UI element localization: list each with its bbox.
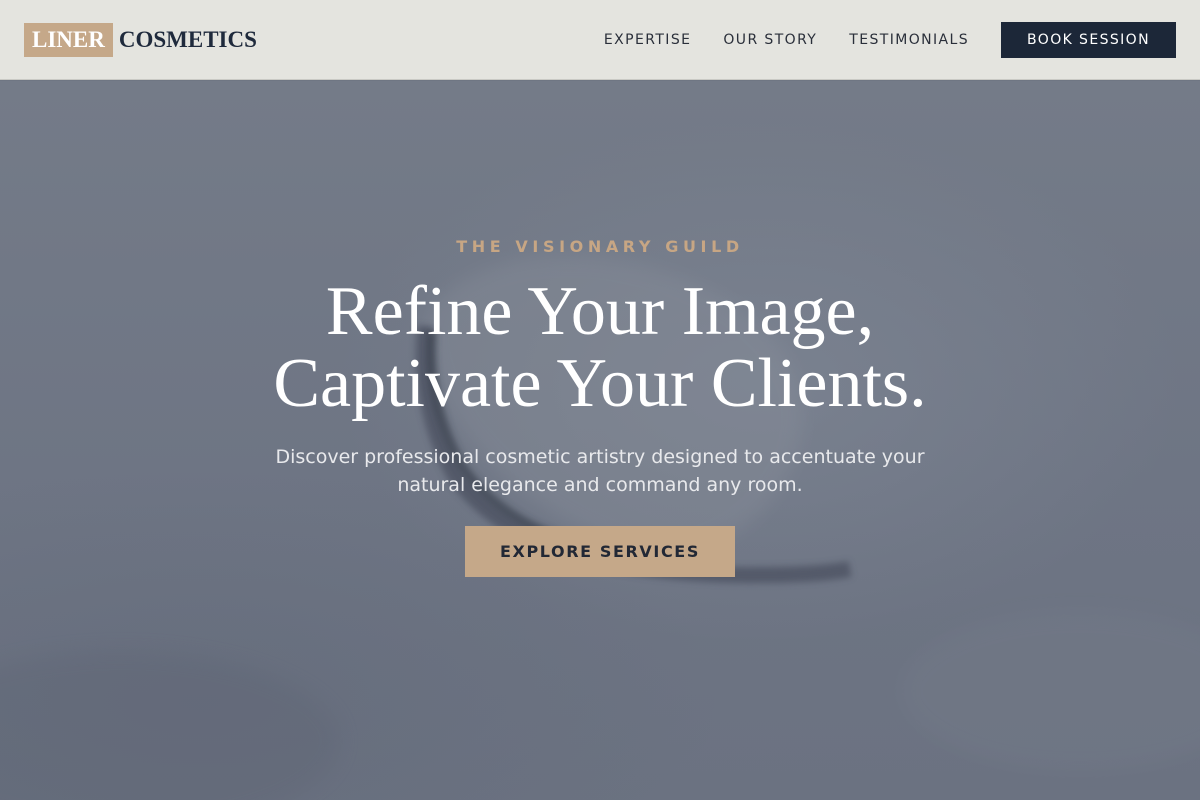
logo-wordmark: COSMETICS xyxy=(118,27,257,52)
nav-link-our-story[interactable]: OUR STORY xyxy=(723,32,817,48)
hero-subtext: Discover professional cosmetic artistry … xyxy=(230,443,970,499)
hero-headline-line-1: Refine Your Image, xyxy=(325,273,875,350)
hero-subtext-line-1: Discover professional cosmetic artistry … xyxy=(275,446,925,468)
hero-headline-line-2: Captivate Your Clients. xyxy=(273,345,927,422)
top-navbar: LINER COSMETICS EXPERTISE OUR STORY TEST… xyxy=(0,0,1200,80)
hero-content: THE VISIONARY GUILD Refine Your Image, C… xyxy=(0,81,1200,800)
hero-section: THE VISIONARY GUILD Refine Your Image, C… xyxy=(0,81,1200,800)
logo-mark: LINER xyxy=(24,23,113,57)
nav-menu: EXPERTISE OUR STORY TESTIMONIALS BOOK SE… xyxy=(572,22,1176,58)
hero-headline: Refine Your Image, Captivate Your Client… xyxy=(150,276,1050,420)
explore-services-button[interactable]: EXPLORE SERVICES xyxy=(465,526,735,577)
hero-eyebrow: THE VISIONARY GUILD xyxy=(456,237,744,256)
hero-subtext-line-2: natural elegance and command any room. xyxy=(397,474,803,496)
nav-link-expertise[interactable]: EXPERTISE xyxy=(604,32,691,48)
book-session-button[interactable]: BOOK SESSION xyxy=(1001,22,1176,58)
brand-logo[interactable]: LINER COSMETICS xyxy=(24,23,257,57)
nav-link-testimonials[interactable]: TESTIMONIALS xyxy=(849,32,969,48)
